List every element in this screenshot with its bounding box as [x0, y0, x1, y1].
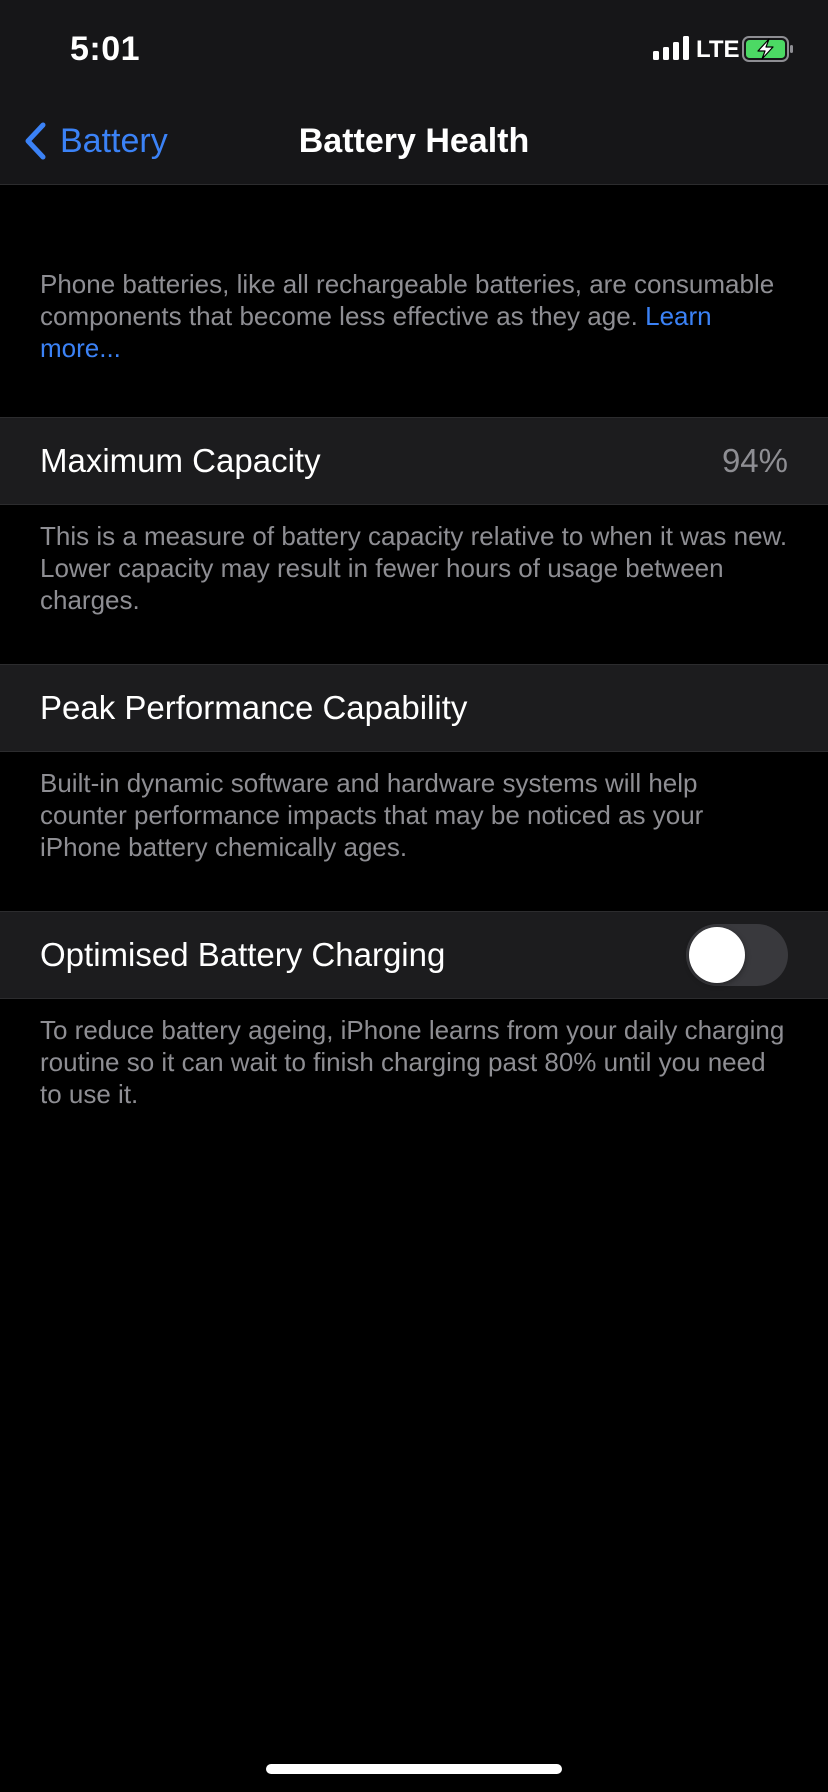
intro-note: Phone batteries, like all rechargeable b… [40, 268, 788, 364]
network-type: LTE [696, 36, 740, 63]
maximum-capacity-label: Maximum Capacity [40, 442, 321, 479]
maximum-capacity-row: Maximum Capacity 94% [0, 417, 828, 505]
optimised-charging-row: Optimised Battery Charging [0, 911, 828, 999]
status-time: 5:01 [70, 30, 141, 68]
page-title: Battery Health [298, 122, 530, 160]
peak-performance-label: Peak Performance Capability [40, 689, 468, 726]
battery-charging-icon [742, 36, 793, 62]
optimised-charging-label: Optimised Battery Charging [40, 936, 446, 973]
status-bar: 5:01 LTE [0, 0, 828, 100]
navigation-bar: Battery Battery Health [0, 100, 828, 185]
home-indicator[interactable] [266, 1764, 562, 1774]
optimised-charging-toggle[interactable] [686, 924, 788, 986]
peak-performance-note: Built-in dynamic software and hardware s… [40, 768, 704, 862]
maximum-capacity-note: This is a measure of battery capacity re… [40, 521, 788, 615]
maximum-capacity-value: 94% [721, 442, 788, 479]
signal-icon [653, 36, 689, 60]
optimised-charging-note: To reduce battery ageing, iPhone learns … [40, 1015, 785, 1109]
peak-performance-row: Peak Performance Capability [0, 664, 828, 752]
toggle-knob [689, 927, 745, 983]
